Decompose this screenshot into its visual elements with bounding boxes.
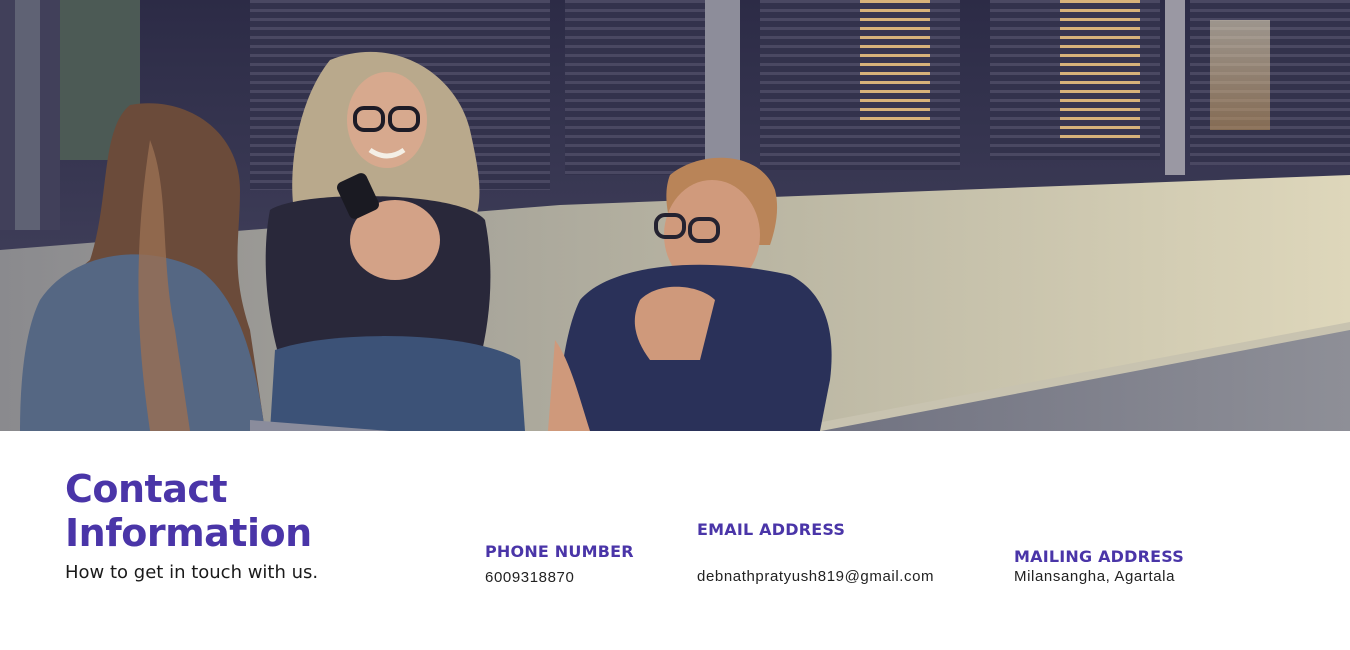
- contact-subtitle: How to get in touch with us.: [65, 562, 319, 583]
- email-address-label: EMAIL ADDRESS: [697, 520, 846, 539]
- contact-section: Contact Information How to get in touch …: [0, 431, 1350, 650]
- mailing-address-value: Milansangha, Agartala: [1014, 568, 1176, 585]
- hero-photo: [0, 0, 1350, 431]
- phone-number-value: 6009318870: [485, 569, 575, 586]
- contact-title: Contact Information: [65, 467, 312, 555]
- phone-number-label: PHONE NUMBER: [485, 542, 634, 561]
- mailing-address-label: MAILING ADDRESS: [1014, 547, 1185, 566]
- contact-page: Contact Information How to get in touch …: [0, 0, 1350, 650]
- email-address-value: debnathpratyush819@gmail.com: [697, 568, 935, 585]
- photo-image-icon: [0, 0, 1350, 431]
